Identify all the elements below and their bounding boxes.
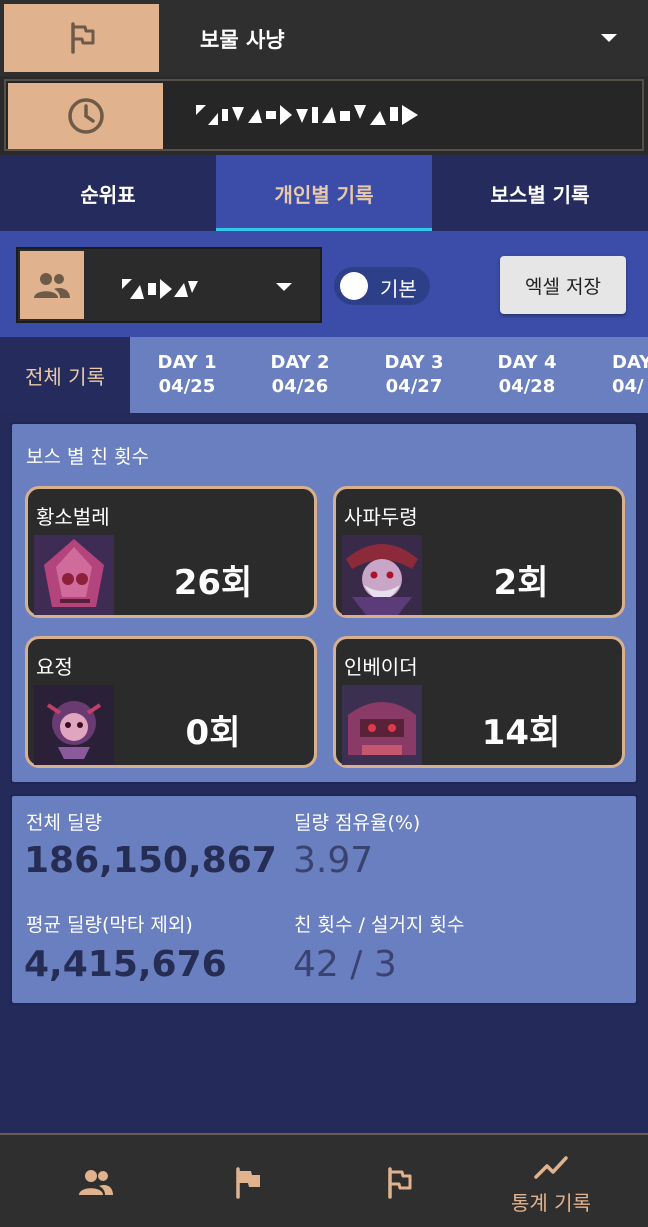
day-date: 04/26 (271, 376, 329, 397)
tab-day-3[interactable]: DAY 3 04/27 (359, 351, 469, 399)
tab-ranking[interactable]: 순위표 (0, 155, 216, 231)
bottom-navigation: 통계 기록 (0, 1133, 648, 1227)
clock-icon (67, 98, 104, 134)
chevron-down-icon (276, 283, 292, 291)
total-damage-value: 186,150,867 (24, 840, 277, 881)
damage-share-label: 딜량 점유율(%) (294, 812, 421, 834)
boss-card[interactable]: 요정 0회 (25, 636, 317, 768)
avg-damage-value: 4,415,676 (24, 944, 227, 985)
total-damage-label: 전체 딜량 (26, 812, 102, 834)
boss-section-title: 보스 별 친 횟수 (26, 446, 149, 468)
day-date: 04/27 (385, 376, 443, 397)
user-selector[interactable] (16, 247, 322, 323)
tab-personal-record[interactable]: 개인별 기록 (216, 155, 432, 231)
time-icon-box (8, 83, 163, 149)
toggle-label: 기본 (380, 277, 417, 301)
boss-name: 요정 (36, 655, 73, 679)
nav-statistics-label: 통계 기록 (511, 1191, 591, 1215)
day-label: DAY 4 (497, 352, 557, 373)
nav-members[interactable] (15, 1135, 177, 1227)
redacted-user-name (122, 279, 198, 299)
damage-share-value: 3.97 (293, 840, 374, 881)
nav-treasure-hunt[interactable] (319, 1135, 481, 1227)
excel-save-button[interactable]: 엑셀 저장 (500, 256, 626, 314)
boss-card[interactable]: 황소벌레 26회 (25, 486, 317, 618)
boss-count: 26회 (173, 563, 253, 603)
boss-count: 0회 (185, 713, 241, 753)
flag-outline-icon (70, 22, 94, 54)
tab-day-2[interactable]: DAY 2 04/26 (245, 351, 355, 399)
filter-bar: 기본 엑셀 저장 (0, 231, 648, 337)
time-row (0, 77, 648, 155)
people-icon (34, 273, 70, 298)
boss-name: 사파두령 (344, 505, 418, 529)
boss-card[interactable]: 인베이더 14회 (333, 636, 625, 768)
boss-portrait (34, 535, 114, 615)
hit-count-label: 친 횟수 / 설거지 횟수 (294, 914, 465, 936)
boss-portrait (342, 685, 422, 765)
boss-count-card: 보스 별 친 횟수 황소벌레 26회 사파두령 2회 요정 0회 인베이더 14… (10, 422, 638, 784)
tab-all-records[interactable]: 전체 기록 (0, 337, 130, 413)
user-icon-box (20, 251, 84, 319)
boss-count: 2회 (493, 563, 549, 603)
avg-damage-label: 평균 딜량(막타 제외) (26, 914, 193, 936)
flag-outline-icon (388, 1167, 412, 1199)
redacted-time-value (196, 105, 418, 125)
day-label: DAY (612, 352, 648, 373)
day-date: 04/25 (158, 376, 216, 397)
basic-toggle[interactable]: 기본 (334, 267, 430, 305)
day-tabs: 전체 기록 DAY 1 04/25 DAY 2 04/26 DAY 3 04/2… (0, 337, 648, 413)
flag-icon (236, 1167, 260, 1199)
day-date: 04/28 (498, 376, 556, 397)
tab-day-5[interactable]: DAY 04/ (586, 351, 648, 399)
boss-name: 황소벌레 (36, 505, 110, 529)
nav-flag[interactable] (167, 1135, 329, 1227)
boss-name: 인베이더 (344, 655, 418, 679)
day-label: DAY 2 (270, 352, 330, 373)
toggle-knob (340, 272, 368, 300)
day-label: DAY 1 (157, 352, 217, 373)
day-label: DAY 3 (384, 352, 444, 373)
tab-day-1[interactable]: DAY 1 04/25 (132, 351, 242, 399)
boss-count: 14회 (481, 713, 561, 753)
boss-portrait (342, 535, 422, 615)
tab-boss-record[interactable]: 보스별 기록 (432, 155, 648, 231)
boss-portrait (34, 685, 114, 765)
mode-selector[interactable]: 보물 사냥 (0, 0, 648, 76)
mode-label: 보물 사냥 (200, 28, 285, 52)
main-tabs: 순위표 개인별 기록 보스별 기록 (0, 155, 648, 231)
people-icon (79, 1170, 113, 1195)
trending-up-icon (534, 1156, 568, 1179)
tab-day-4[interactable]: DAY 4 04/28 (472, 351, 582, 399)
hit-count-value: 42 / 3 (293, 944, 397, 985)
time-field[interactable] (4, 79, 644, 151)
chevron-down-icon (601, 34, 617, 42)
boss-card[interactable]: 사파두령 2회 (333, 486, 625, 618)
mode-icon-box (4, 4, 159, 72)
damage-stats-card: 전체 딜량 186,150,867 딜량 점유율(%) 3.97 평균 딜량(막… (10, 794, 638, 1005)
day-date: 04/ (612, 376, 644, 397)
nav-statistics[interactable]: 통계 기록 (470, 1135, 632, 1227)
